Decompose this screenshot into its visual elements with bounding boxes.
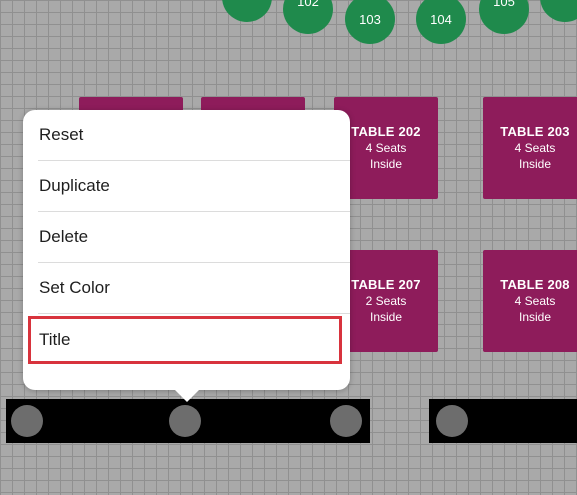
chair[interactable] — [11, 405, 43, 437]
table-seats: 4 Seats — [514, 294, 556, 308]
round-table-105[interactable]: 105 — [479, 0, 529, 34]
popover-arrow — [174, 389, 200, 402]
menu-item-reset[interactable]: Reset — [38, 110, 350, 161]
round-table[interactable] — [540, 0, 577, 22]
round-table-104[interactable]: 104 — [416, 0, 466, 44]
table-title: TABLE 203 — [500, 124, 570, 139]
table-title: TABLE 208 — [500, 277, 570, 292]
table-seats: 4 Seats — [514, 141, 556, 155]
table-location: Inside — [518, 157, 552, 171]
round-table-label: 104 — [430, 11, 452, 27]
chair[interactable] — [169, 405, 201, 437]
menu-item-set-color[interactable]: Set Color — [38, 263, 350, 314]
round-table-102[interactable]: 102 — [283, 0, 333, 34]
menu-item-title[interactable]: Title — [38, 314, 350, 365]
table-203[interactable]: TABLE 203 4 Seats Inside — [483, 97, 577, 199]
menu-item-delete[interactable]: Delete — [38, 212, 350, 263]
floor-plan-canvas[interactable]: 102 103 104 105 TABLE 202 4 Seats Inside… — [0, 0, 577, 495]
chair[interactable] — [436, 405, 468, 437]
table-location: Inside — [518, 310, 552, 324]
table-208[interactable]: TABLE 208 4 Seats Inside — [483, 250, 577, 352]
round-table[interactable] — [222, 0, 272, 22]
chair[interactable] — [330, 405, 362, 437]
round-table-label: 102 — [297, 0, 319, 9]
menu-item-duplicate[interactable]: Duplicate — [38, 161, 350, 212]
bench-table[interactable] — [429, 399, 577, 443]
round-table-label: 105 — [493, 0, 515, 9]
round-table-103[interactable]: 103 — [345, 0, 395, 44]
context-menu: Reset Duplicate Delete Set Color Title — [23, 110, 350, 390]
bench-table[interactable] — [6, 399, 370, 443]
round-table-label: 103 — [359, 11, 381, 27]
